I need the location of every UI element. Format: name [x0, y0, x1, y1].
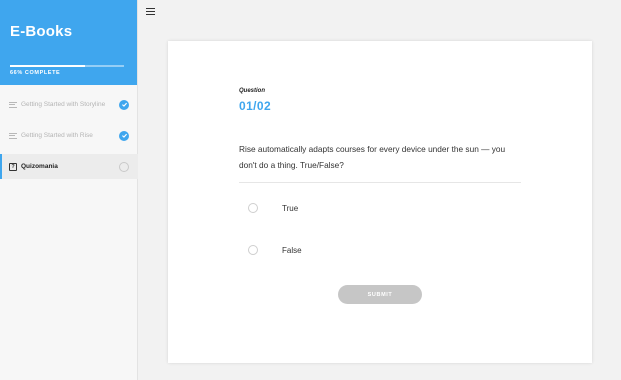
lesson-icon [9, 101, 17, 108]
progress-bar-fill [10, 65, 86, 67]
quiz-card: Question 01/02 Rise automatically adapts… [168, 41, 592, 363]
sidebar-item-getting-started-storyline[interactable]: Getting Started with Storyline [0, 92, 138, 117]
sidebar-item-quizomania[interactable]: ? Quizomania [0, 154, 138, 179]
radio-button[interactable] [248, 203, 258, 213]
menu-icon[interactable] [146, 8, 155, 15]
question-text: Rise automatically adapts courses for ev… [239, 144, 506, 170]
quiz-icon: ? [9, 162, 17, 171]
progress-bar [10, 65, 124, 67]
incomplete-status-icon [119, 161, 129, 172]
answer-option-label: True [282, 203, 299, 213]
sidebar-item-label: Getting Started with Storyline [21, 101, 106, 108]
answer-option-false[interactable]: False [248, 245, 302, 255]
divider [239, 182, 521, 183]
course-title: E-Books [10, 23, 73, 40]
progress-label: 66% COMPLETE [10, 70, 61, 76]
check-icon [119, 99, 129, 110]
radio-button[interactable] [248, 245, 258, 255]
sidebar-item-getting-started-rise[interactable]: Getting Started with Rise [0, 123, 138, 148]
answer-option-label: False [282, 245, 302, 255]
lesson-icon [9, 132, 17, 139]
answer-option-true[interactable]: True [248, 203, 298, 213]
sidebar-header: E-Books 66% COMPLETE [0, 0, 137, 85]
sidebar: E-Books 66% COMPLETE Getting Started wit… [0, 0, 138, 380]
sidebar-item-label: Getting Started with Rise [21, 132, 93, 139]
sidebar-item-label: Quizomania [21, 163, 58, 170]
question-number: 01/02 [239, 99, 272, 113]
submit-button[interactable]: SUBMIT [338, 285, 422, 304]
question-kicker: Question [239, 88, 266, 94]
check-icon [119, 130, 129, 141]
